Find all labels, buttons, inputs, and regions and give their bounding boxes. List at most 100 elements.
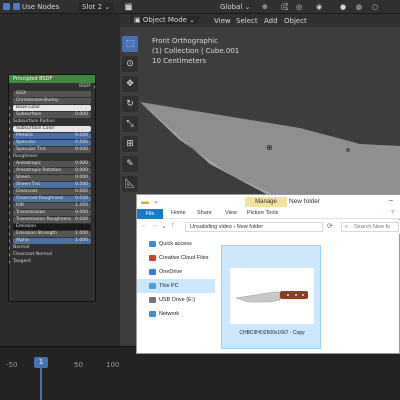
node-input-row[interactable]: Base Color	[9, 104, 95, 111]
search-input[interactable]: ⌕ Search New fo	[341, 222, 399, 232]
input-socket[interactable]	[9, 141, 10, 145]
input-field[interactable]: Specular 0.500	[13, 140, 91, 146]
input-field[interactable]: Base Color	[13, 105, 91, 111]
node-input-row[interactable]: IOR 1.450	[9, 202, 95, 209]
checkbox-icon[interactable]	[3, 3, 10, 10]
input-field[interactable]: Metallic 0.000	[13, 133, 91, 139]
principled-bsdf-node[interactable]: Principled BSDF BSDF GGX Christensen-Bur…	[8, 74, 96, 302]
input-socket[interactable]	[9, 169, 10, 173]
input-socket[interactable]	[9, 204, 10, 208]
input-socket[interactable]	[9, 127, 10, 131]
node-input-row[interactable]: Sheen 0.000	[9, 174, 95, 181]
node-input-row[interactable]: Anisotropic 0.000	[9, 160, 95, 167]
file-explorer-window[interactable]: ▬ ⌄ Manage New folder – File Home Share …	[136, 194, 400, 354]
output-socket[interactable]	[94, 85, 95, 89]
node-title[interactable]: Principled BSDF	[9, 75, 95, 83]
input-field[interactable]: Clearcoat 0.000	[13, 189, 91, 195]
input-field[interactable]: Subsurface Color	[13, 126, 91, 132]
file-item[interactable]: CHBCIIHO2500x1667 - Copy	[221, 245, 321, 349]
input-field[interactable]: Clearcoat Roughness 0.030	[13, 196, 91, 202]
nav-onedrive[interactable]: OneDrive	[137, 265, 215, 279]
input-socket[interactable]	[9, 113, 10, 117]
recent-locations-icon[interactable]: ⌄	[161, 222, 167, 230]
file-list-pane[interactable]: CHBCIIHO2500x1667 - Copy	[217, 235, 400, 353]
current-frame-indicator[interactable]: 1	[34, 357, 48, 368]
input-socket[interactable]	[9, 211, 10, 215]
input-field[interactable]: Anisotropic Rotation 0.000	[13, 168, 91, 174]
input-socket[interactable]	[9, 106, 10, 110]
input-socket[interactable]	[9, 176, 10, 180]
node-input-row[interactable]: Alpha 1.000	[9, 237, 95, 244]
tab-picture-tools[interactable]: Picture Tools	[247, 210, 278, 216]
tab-view[interactable]: View	[225, 210, 237, 216]
input-socket[interactable]	[9, 218, 10, 222]
minimize-icon[interactable]: –	[389, 197, 393, 204]
input-socket[interactable]	[9, 155, 10, 159]
input-socket[interactable]	[9, 190, 10, 194]
input-socket[interactable]	[9, 162, 10, 166]
checkbox-use-nodes[interactable]	[3, 2, 12, 12]
proportional-edit-icon[interactable]: ◎	[296, 2, 302, 12]
input-field[interactable]: Emission	[13, 224, 91, 230]
menu-add[interactable]: Add	[264, 17, 278, 25]
tab-file[interactable]: File	[137, 209, 163, 219]
use-nodes-checkbox-icon[interactable]	[13, 3, 20, 10]
node-input-row[interactable]: Specular 0.500	[9, 139, 95, 146]
input-socket[interactable]	[9, 134, 10, 138]
input-field[interactable]: Sheen Tint 0.500	[13, 182, 91, 188]
shading-solid-icon[interactable]: ●	[340, 2, 346, 12]
node-input-row[interactable]: Anisotropic Rotation 0.000	[9, 167, 95, 174]
shading-rendered-icon[interactable]: ○	[372, 2, 378, 12]
node-input-row[interactable]: Transmission 0.000	[9, 209, 95, 216]
input-socket[interactable]	[9, 253, 10, 257]
object-mode-dropdown[interactable]: ▣ Object Mode ⌄	[130, 16, 200, 24]
nav-creative-cloud[interactable]: Creative Cloud Files	[137, 251, 215, 265]
forward-arrow-icon[interactable]: →	[151, 222, 158, 229]
transform-orientation-dropdown[interactable]: Global ⌄	[220, 2, 250, 12]
node-editor[interactable]: Principled BSDF BSDF GGX Christensen-Bur…	[0, 14, 120, 346]
nav-network[interactable]: Network	[137, 307, 215, 321]
menu-view[interactable]: View	[214, 17, 231, 25]
tab-share[interactable]: Share	[197, 210, 212, 216]
input-field[interactable]: Emission Strength 1.000	[13, 231, 91, 237]
help-icon[interactable]: ?	[391, 210, 394, 216]
input-socket[interactable]	[9, 260, 10, 264]
input-field[interactable]: IOR 1.450	[13, 203, 91, 209]
slot-dropdown[interactable]: Slot 2 ⌄	[78, 2, 115, 12]
input-field[interactable]: Transmission 0.000	[13, 210, 91, 216]
node-input-row[interactable]: Emission	[9, 223, 95, 230]
node-input-row[interactable]: Emission Strength 1.000	[9, 230, 95, 237]
node-input-row[interactable]: Metallic 0.000	[9, 132, 95, 139]
back-arrow-icon[interactable]: ←	[141, 222, 148, 229]
menu-select[interactable]: Select	[236, 17, 258, 25]
node-input-row[interactable]: Clearcoat 0.000	[9, 188, 95, 195]
input-field[interactable]: Subsurface 0.000	[13, 112, 91, 118]
input-socket[interactable]	[9, 148, 10, 152]
tab-home[interactable]: Home	[171, 210, 186, 216]
input-field[interactable]: Sheen 0.000	[13, 175, 91, 181]
address-bar[interactable]: Unsatisfing video › New folder	[185, 222, 323, 232]
explorer-titlebar[interactable]: ▬ ⌄ Manage New folder –	[137, 195, 400, 209]
input-field[interactable]: Specular Tint 0.000	[13, 147, 91, 153]
up-arrow-icon[interactable]: ↑	[171, 222, 175, 229]
node-input-row[interactable]: Transmission Roughness 0.000	[9, 216, 95, 223]
input-field[interactable]: Transmission Roughness 0.000	[13, 217, 91, 223]
node-input-row[interactable]: Subsurface 0.000	[9, 111, 95, 118]
shading-material-icon[interactable]: ◍	[356, 2, 362, 12]
input-socket[interactable]	[9, 225, 10, 229]
distribution-dropdown[interactable]: GGX	[9, 90, 95, 97]
input-field[interactable]: Anisotropic 0.000	[13, 161, 91, 167]
pivot-icon[interactable]: ⊕	[262, 2, 268, 12]
nav-quick-access[interactable]: Quick access	[137, 237, 215, 251]
input-socket[interactable]	[9, 232, 10, 236]
menu-object[interactable]: Object	[284, 17, 307, 25]
cursor-tool-icon[interactable]: ⊙	[122, 56, 138, 72]
nav-usb-drive[interactable]: USB Drive (E:)	[137, 293, 215, 307]
node-input-row[interactable]: Specular Tint 0.000	[9, 146, 95, 153]
quick-access-toolbar-icon[interactable]: ⌄	[153, 197, 159, 205]
input-socket[interactable]	[9, 246, 10, 250]
use-nodes-toggle[interactable]: Use Nodes	[13, 2, 59, 12]
node-input-row[interactable]: Clearcoat Roughness 0.030	[9, 195, 95, 202]
node-input-row[interactable]: Subsurface Color	[9, 125, 95, 132]
nav-this-pc[interactable]: This PC	[137, 279, 215, 293]
